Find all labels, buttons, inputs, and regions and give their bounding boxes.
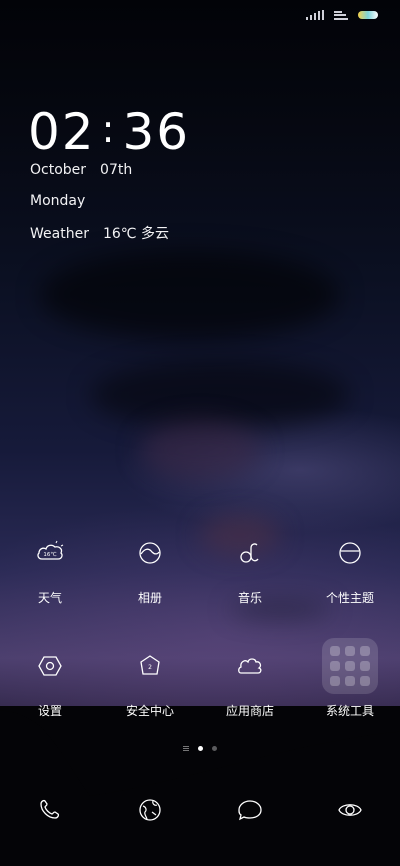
camera-icon [338,804,362,816]
app-label: 相册 [137,591,162,605]
cloud-shape [40,250,340,340]
app-label: 天气 [37,591,62,605]
gallery-icon [122,525,178,581]
page-indicator-dot[interactable] [212,746,217,751]
page-indicator[interactable] [0,746,400,751]
dock [0,790,400,830]
app-store-icon [222,638,278,694]
messages-icon [238,800,262,821]
dock-phone[interactable] [0,790,100,830]
app-label: 应用商店 [225,704,274,718]
weather-icon-temp: 16℃ [43,551,56,558]
month-label: October [30,162,87,178]
security-icon-digit: 2 [148,664,152,671]
dock-camera[interactable] [300,790,400,830]
weather-icon: 16℃ [22,525,78,581]
cloud-shape [140,420,260,480]
app-store[interactable]: 应用商店 [200,638,300,719]
app-label: 设置 [37,704,62,718]
weather-row[interactable]: Weather 16℃ 多云 [30,223,169,243]
phone-icon [40,799,60,819]
cellular-signal-icon [306,10,324,20]
dock-browser[interactable] [100,790,200,830]
app-system-tools-folder[interactable]: 系统工具 [300,638,400,719]
app-grid-row-1: 16℃ 天气 相册 音乐 个性主题 [0,525,400,606]
app-grid-row-2: 设置 2 安全中心 应用商店 系统工具 [0,638,400,719]
system-tools-folder-icon [322,638,378,694]
clock-hour: 02 [28,103,96,161]
weather-value: 16℃ 多云 [102,226,169,242]
date-row: October 07th [30,162,132,178]
music-icon [222,525,278,581]
app-gallery[interactable]: 相册 [100,525,200,606]
clock-minute: 36 [122,103,191,161]
weather-label: Weather [30,226,89,242]
app-label: 安全中心 [125,704,174,718]
cloud-shape [90,360,350,430]
app-themes[interactable]: 个性主题 [300,525,400,606]
app-music[interactable]: 音乐 [200,525,300,606]
network-speed-icon [334,10,348,20]
app-weather[interactable]: 16℃ 天气 [0,525,100,606]
page-indicator-minus-one[interactable] [183,746,189,751]
clock-separator: : [101,107,117,151]
app-settings[interactable]: 设置 [0,638,100,719]
day-label: 07th [100,162,133,178]
clock-widget[interactable]: 02 : 36 [28,103,190,161]
hill-silhouette [0,706,400,866]
settings-icon [22,638,78,694]
app-label: 系统工具 [325,704,374,718]
app-security-center[interactable]: 2 安全中心 [100,638,200,719]
app-label: 个性主题 [325,591,374,605]
security-icon: 2 [122,638,178,694]
status-bar [306,10,378,20]
browser-icon [139,799,161,821]
dock-messages[interactable] [200,790,300,830]
page-indicator-dot-active[interactable] [198,746,203,751]
app-label: 音乐 [237,591,262,605]
weekday-label: Monday [30,193,86,209]
themes-icon [322,525,378,581]
weekday-row: Monday [30,193,85,209]
battery-icon [358,11,378,19]
